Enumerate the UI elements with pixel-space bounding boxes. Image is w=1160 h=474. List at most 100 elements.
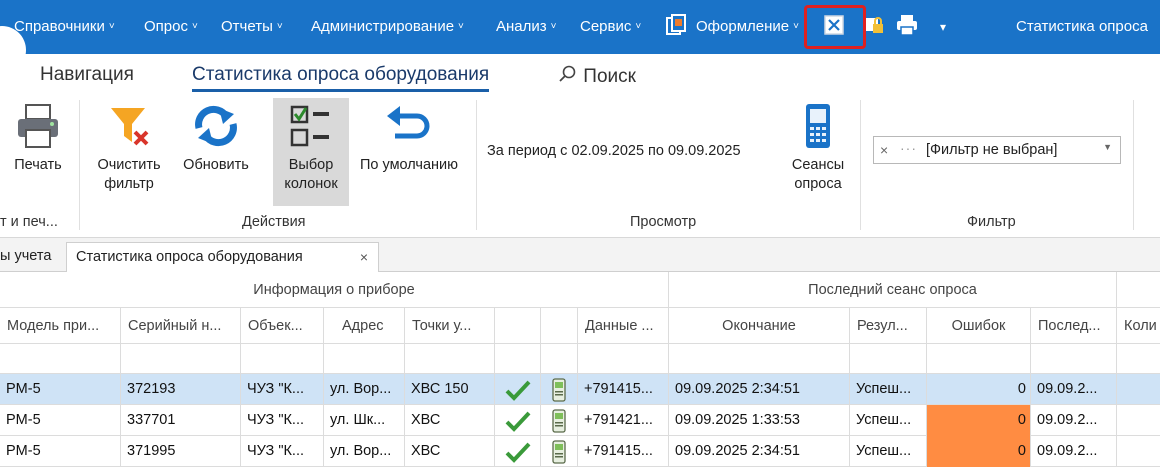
filter-select[interactable]: × ··· [Фильтр не выбран] ▼ xyxy=(873,136,1121,164)
filter-cell[interactable] xyxy=(541,344,578,374)
tab-equipment-stats[interactable]: Статистика опроса оборудования xyxy=(192,64,490,92)
cell-address[interactable]: ул. Вор... xyxy=(324,374,405,405)
cell-count[interactable] xyxy=(1117,374,1160,405)
col-last[interactable]: Послед... xyxy=(1031,308,1117,344)
cell-status[interactable] xyxy=(495,436,541,467)
col-end[interactable]: Окончание xyxy=(669,308,850,344)
filter-cell[interactable] xyxy=(578,344,669,374)
col-model[interactable]: Модель при... xyxy=(0,308,121,344)
filter-cell[interactable] xyxy=(1031,344,1117,374)
cell-errors[interactable]: 0 xyxy=(927,436,1031,467)
design-icon[interactable] xyxy=(664,13,688,37)
menu-analysis[interactable]: Анализ ˅ xyxy=(496,18,556,35)
menu-reports[interactable]: Отчеты ˅ xyxy=(221,18,283,35)
col-status-icon[interactable] xyxy=(495,308,541,344)
filter-cell[interactable] xyxy=(927,344,1031,374)
table-row[interactable]: PM-5 337701 ЧУЗ "К... ул. Шк... ХВС +791… xyxy=(0,405,1160,436)
cell-address[interactable]: ул. Шк... xyxy=(324,405,405,436)
col-object[interactable]: Объек... xyxy=(241,308,324,344)
col-serial[interactable]: Серийный н... xyxy=(121,308,241,344)
cell-errors[interactable]: 0 xyxy=(927,374,1031,405)
cell-end[interactable]: 09.09.2025 2:34:51 xyxy=(669,436,850,467)
filter-cell[interactable] xyxy=(241,344,324,374)
cell-model[interactable]: PM-5 xyxy=(0,405,121,436)
menu-references[interactable]: Справочники ˅ xyxy=(14,18,115,35)
cell-result[interactable]: Успеш... xyxy=(850,374,927,405)
cell-last[interactable]: 09.09.2... xyxy=(1031,374,1117,405)
cell-status[interactable] xyxy=(495,374,541,405)
filter-cell[interactable] xyxy=(495,344,541,374)
cell-errors[interactable]: 0 xyxy=(927,405,1031,436)
doc-tab-equipment-stats[interactable]: Статистика опроса оборудования × xyxy=(66,242,379,272)
cell-data[interactable]: +791415... xyxy=(578,436,669,467)
filter-cell[interactable] xyxy=(0,344,121,374)
cell-points[interactable]: ХВС 150 xyxy=(405,374,495,405)
chevron-down-icon[interactable]: ▼ xyxy=(1103,142,1112,152)
col-points[interactable]: Точки у... xyxy=(405,308,495,344)
cell-address[interactable]: ул. Вор... xyxy=(324,436,405,467)
menu-polling[interactable]: Опрос ˅ xyxy=(144,18,198,35)
actions-group-label: Действия xyxy=(242,214,306,230)
tab-navigation[interactable]: Навигация xyxy=(40,64,134,86)
ellipsis-icon[interactable]: ··· xyxy=(900,140,917,156)
chevron-down-icon: ˅ xyxy=(550,21,557,32)
column-choice-button[interactable]: Выбор колонок xyxy=(273,98,349,206)
cell-serial[interactable]: 337701 xyxy=(121,405,241,436)
filter-cell[interactable] xyxy=(121,344,241,374)
col-count[interactable]: Коли xyxy=(1117,308,1160,344)
cell-serial[interactable]: 371995 xyxy=(121,436,241,467)
menu-administration[interactable]: Администрирование ˅ xyxy=(311,18,464,35)
cell-device[interactable] xyxy=(541,436,578,467)
cell-last[interactable]: 09.09.2... xyxy=(1031,436,1117,467)
clear-filter-icon[interactable]: × xyxy=(880,142,888,158)
col-data[interactable]: Данные ... xyxy=(578,308,669,344)
col-errors[interactable]: Ошибок xyxy=(927,308,1031,344)
polling-sessions-button[interactable]: Сеансы опроса xyxy=(784,102,852,194)
cell-serial[interactable]: 372193 xyxy=(121,374,241,405)
col-device-icon[interactable] xyxy=(541,308,578,344)
cell-result[interactable]: Успеш... xyxy=(850,436,927,467)
cell-points[interactable]: ХВС xyxy=(405,436,495,467)
filter-cell[interactable] xyxy=(324,344,405,374)
table-row[interactable]: PM-5 371995 ЧУЗ "К... ул. Вор... ХВС +79… xyxy=(0,436,1160,467)
cell-device[interactable] xyxy=(541,405,578,436)
close-window-icon[interactable] xyxy=(822,13,846,37)
cell-end[interactable]: 09.09.2025 1:33:53 xyxy=(669,405,850,436)
cell-object[interactable]: ЧУЗ "К... xyxy=(241,405,324,436)
tab-search[interactable]: Поиск xyxy=(558,64,636,88)
close-icon[interactable]: × xyxy=(360,243,368,271)
cell-status[interactable] xyxy=(495,405,541,436)
filter-cell[interactable] xyxy=(850,344,927,374)
cell-model[interactable]: PM-5 xyxy=(0,374,121,405)
cell-points[interactable]: ХВС xyxy=(405,405,495,436)
print-button[interactable]: Печать xyxy=(4,102,72,175)
undo-icon xyxy=(387,106,430,139)
cell-end[interactable]: 09.09.2025 2:34:51 xyxy=(669,374,850,405)
cell-object[interactable]: ЧУЗ "К... xyxy=(241,436,324,467)
cell-data[interactable]: +791421... xyxy=(578,405,669,436)
col-result[interactable]: Резул... xyxy=(850,308,927,344)
refresh-label: Обновить xyxy=(183,157,249,173)
filter-cell[interactable] xyxy=(669,344,850,374)
default-button[interactable]: По умолчанию xyxy=(352,102,466,175)
menu-design[interactable]: Оформление ˅ xyxy=(696,18,799,35)
quick-access-dropdown[interactable]: ▾ xyxy=(940,20,946,34)
lock-print-icon[interactable] xyxy=(862,13,886,37)
cell-count[interactable] xyxy=(1117,436,1160,467)
cell-model[interactable]: PM-5 xyxy=(0,436,121,467)
clear-filter-button[interactable]: Очистить фильтр xyxy=(88,102,170,194)
filter-cell[interactable] xyxy=(1117,344,1160,374)
col-address[interactable]: Адрес xyxy=(324,308,405,344)
cell-data[interactable]: +791415... xyxy=(578,374,669,405)
cell-count[interactable] xyxy=(1117,405,1160,436)
filter-cell[interactable] xyxy=(405,344,495,374)
menu-service[interactable]: Сервис ˅ xyxy=(580,18,641,35)
doc-tab-accounting-points[interactable]: ы учета xyxy=(0,242,62,272)
cell-object[interactable]: ЧУЗ "К... xyxy=(241,374,324,405)
table-row[interactable]: PM-5 372193 ЧУЗ "К... ул. Вор... ХВС 150… xyxy=(0,374,1160,405)
cell-result[interactable]: Успеш... xyxy=(850,405,927,436)
refresh-button[interactable]: Обновить xyxy=(176,102,256,175)
cell-device[interactable] xyxy=(541,374,578,405)
cell-last[interactable]: 09.09.2... xyxy=(1031,405,1117,436)
print-icon[interactable] xyxy=(895,13,919,37)
